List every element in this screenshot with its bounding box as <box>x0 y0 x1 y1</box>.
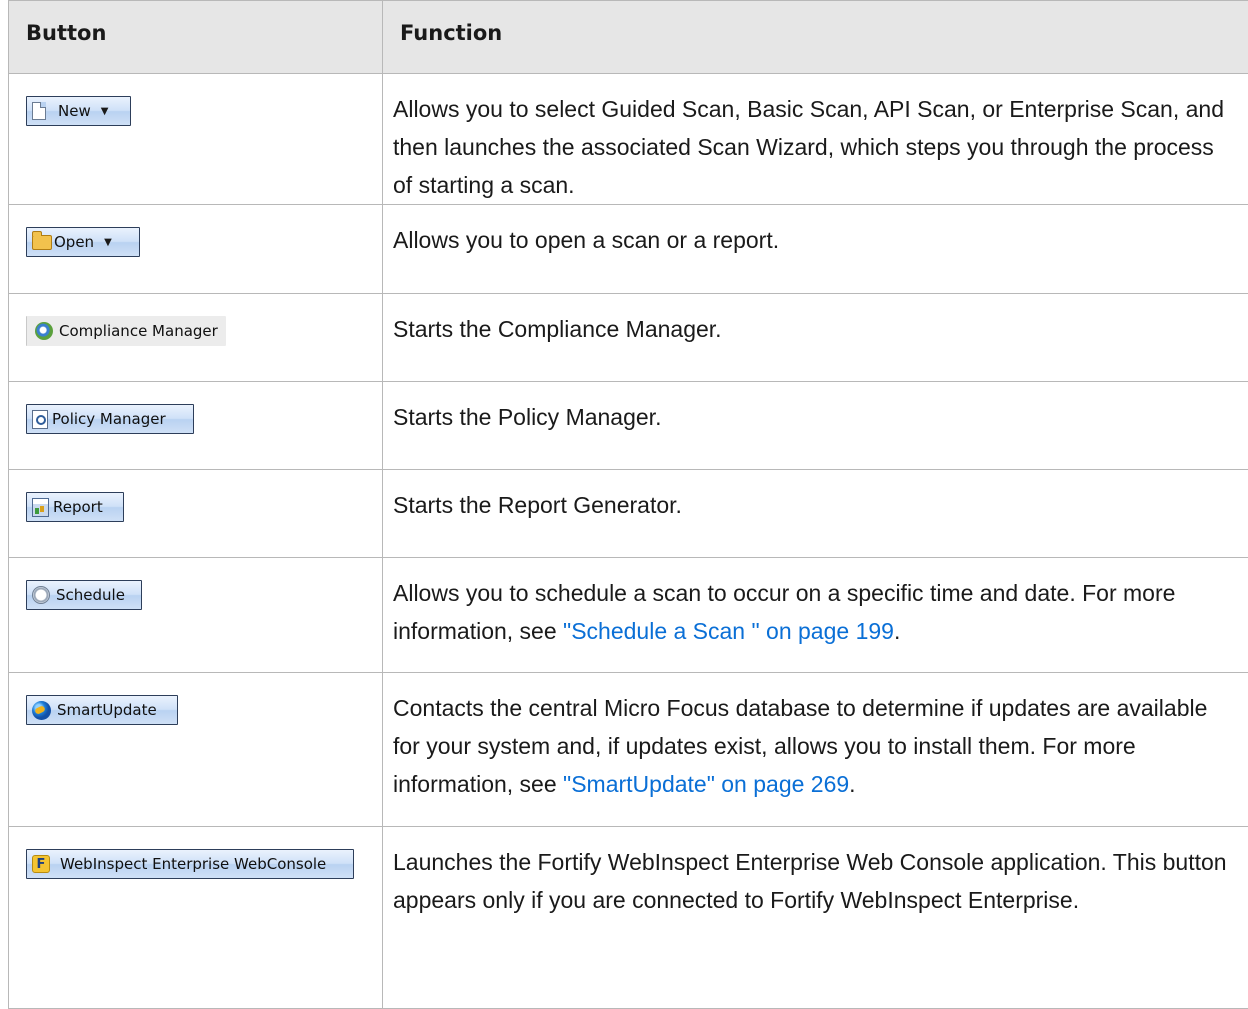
policy-manager-label: Policy Manager <box>52 410 166 428</box>
function-description: Launches the Fortify WebInspect Enterpri… <box>383 827 1248 1009</box>
smartupdate-button-label: SmartUpdate <box>57 701 157 719</box>
table-row: F WebInspect Enterprise WebConsole Launc… <box>9 827 1248 1009</box>
function-description: Starts the Report Generator. <box>383 470 1248 558</box>
new-button-label: New <box>58 102 91 120</box>
chevron-down-icon[interactable]: ▼ <box>101 106 109 117</box>
policy-document-icon <box>32 410 48 429</box>
function-description: Allows you to schedule a scan to occur o… <box>383 558 1248 673</box>
function-text-end: . <box>894 618 900 644</box>
smartupdate-button[interactable]: SmartUpdate <box>26 695 178 725</box>
table-row: SmartUpdate Contacts the central Micro F… <box>9 673 1248 827</box>
compliance-manager-button[interactable]: Compliance Manager <box>26 316 226 346</box>
column-header-function: Function <box>383 1 1248 74</box>
button-function-table: Button Function New ▼ Allows you to sele… <box>8 0 1248 1009</box>
policy-manager-button[interactable]: Policy Manager <box>26 404 194 434</box>
report-icon <box>32 498 49 517</box>
table-row: Report Starts the Report Generator. <box>9 470 1248 558</box>
open-button[interactable]: Open ▼ <box>26 227 140 257</box>
fortify-logo-icon: F <box>32 855 50 873</box>
function-description: Contacts the central Micro Focus databas… <box>383 673 1248 827</box>
open-folder-icon <box>32 235 52 250</box>
table-row: Schedule Allows you to schedule a scan t… <box>9 558 1248 673</box>
globe-icon <box>32 701 51 720</box>
chevron-down-icon[interactable]: ▼ <box>104 237 112 248</box>
table-row: Compliance Manager Starts the Compliance… <box>9 294 1248 382</box>
function-description: Starts the Compliance Manager. <box>383 294 1248 382</box>
column-header-button: Button <box>9 1 383 74</box>
schedule-button-label: Schedule <box>56 586 125 604</box>
function-description: Starts the Policy Manager. <box>383 382 1248 470</box>
schedule-button[interactable]: Schedule <box>26 580 142 610</box>
new-button[interactable]: New ▼ <box>26 96 131 126</box>
table-row: Open ▼ Allows you to open a scan or a re… <box>9 205 1248 294</box>
smartupdate-link[interactable]: "SmartUpdate" on page 269 <box>563 771 849 797</box>
schedule-scan-link[interactable]: "Schedule a Scan " on page 199 <box>563 618 894 644</box>
open-button-label: Open <box>54 233 94 251</box>
function-description: Allows you to open a scan or a report. <box>383 205 1248 294</box>
table-header-row: Button Function <box>9 1 1248 74</box>
table-row: New ▼ Allows you to select Guided Scan, … <box>9 74 1248 205</box>
report-button-label: Report <box>53 498 103 516</box>
compliance-magnifier-icon <box>35 322 53 340</box>
webconsole-button-label: WebInspect Enterprise WebConsole <box>60 855 326 873</box>
webinspect-enterprise-webconsole-button[interactable]: F WebInspect Enterprise WebConsole <box>26 849 354 879</box>
function-text-end: . <box>849 771 855 797</box>
function-description: Allows you to select Guided Scan, Basic … <box>383 74 1248 205</box>
clock-icon <box>32 586 50 604</box>
compliance-manager-label: Compliance Manager <box>59 322 218 340</box>
table-row: Policy Manager Starts the Policy Manager… <box>9 382 1248 470</box>
new-document-icon <box>32 102 46 120</box>
report-button[interactable]: Report <box>26 492 124 522</box>
